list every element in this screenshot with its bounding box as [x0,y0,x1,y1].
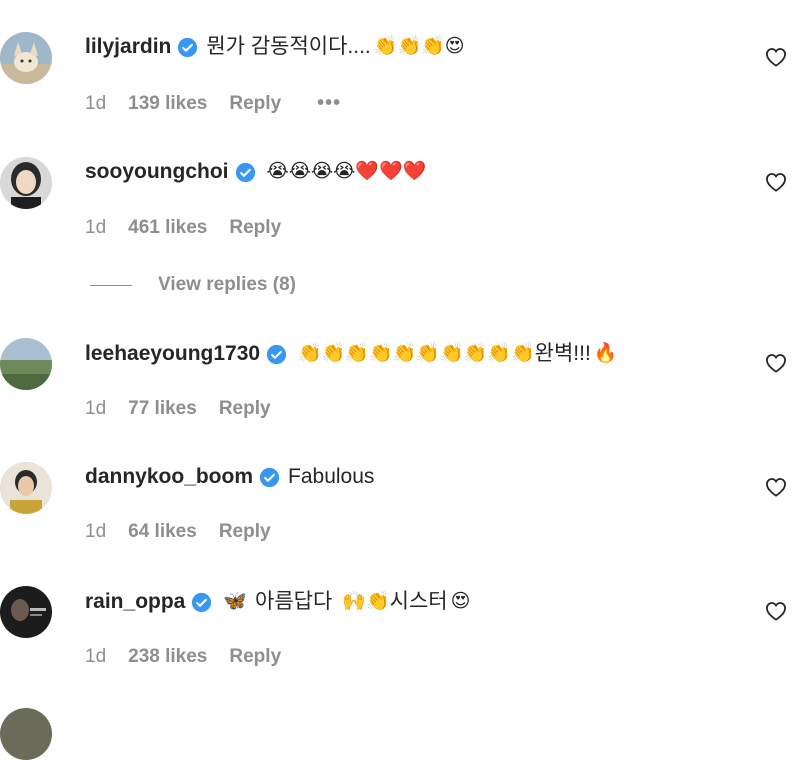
like-heart-icon[interactable] [765,601,787,621]
avatar[interactable] [0,586,52,638]
comment-meta: 1d 461 likes Reply [85,217,281,239]
comment-emoji: 👏👏👏👏👏👏👏👏👏👏 [298,343,535,364]
username[interactable]: rain_oppa [85,588,185,616]
username[interactable]: leehaeyoung1730 [85,340,260,368]
likes-count[interactable]: 461 likes [128,217,207,239]
comment-header: dannykoo_boom Fabulous [85,463,374,491]
likes-count[interactable]: 238 likes [128,646,207,668]
comment-meta: 1d 139 likes Reply ••• [85,92,341,115]
avatar[interactable] [0,338,52,390]
comment-emoji-fire: 🔥 [593,343,618,364]
reply-button[interactable]: Reply [229,93,281,115]
more-options-icon[interactable]: ••• [317,92,341,115]
likes-count[interactable]: 64 likes [128,521,197,543]
likes-count[interactable]: 77 likes [128,398,197,420]
comment-header: sooyoungchoi 😭😭😭😭❤️❤️❤️ [85,158,426,186]
username[interactable]: dannykoo_boom [85,463,253,491]
verified-badge-icon [266,344,287,364]
comment-header: rain_oppa 🦋 아름답다 🙌👏 시스터 😍 [85,588,470,616]
comment-meta: 1d 64 likes Reply [85,521,271,543]
view-replies-button[interactable]: View replies (8) [90,274,296,296]
comment-text: 아름답다 [255,590,333,613]
avatar[interactable] [0,708,52,760]
avatar[interactable] [0,157,52,209]
timestamp: 1d [85,92,107,114]
comment-header: lilyjardin 뭔가 감동적이다.... 👏👏👏😍 [85,33,465,61]
like-heart-icon[interactable] [765,172,787,192]
comment-text-2: 시스터 [389,590,448,613]
reply-button[interactable]: Reply [229,217,281,239]
reply-button[interactable]: Reply [229,646,281,668]
avatar[interactable] [0,462,52,514]
comment-text: Fabulous [288,465,375,488]
comment-emoji-butterfly: 🦋 [223,591,248,612]
likes-count[interactable]: 139 likes [128,93,207,115]
verified-badge-icon [235,162,255,182]
verified-badge-icon [178,37,198,57]
timestamp: 1d [85,217,107,238]
comment-text: 뭔가 감동적이다.... [206,35,371,58]
comment-header: leehaeyoung1730 👏👏👏👏👏👏👏👏👏👏 완벽!!! 🔥 [85,340,618,368]
username[interactable]: sooyoungchoi [85,158,229,186]
view-replies-label[interactable]: View replies (8) [158,274,296,296]
like-heart-icon[interactable] [765,477,787,497]
like-heart-icon[interactable] [765,353,787,373]
comment-emoji: 👏👏👏😍 [373,36,465,57]
verified-badge-icon [259,467,280,487]
timestamp: 1d [85,646,107,667]
comment-meta: 1d 77 likes Reply [85,398,271,420]
divider [90,284,132,286]
comment-emoji: 😭😭😭😭❤️❤️❤️ [266,161,427,182]
avatar[interactable] [0,32,52,84]
timestamp: 1d [85,521,107,542]
comment-meta: 1d 238 likes Reply [85,646,281,668]
verified-badge-icon [192,592,212,612]
comment-emoji-hands: 🙌👏 [342,591,390,612]
reply-button[interactable]: Reply [219,521,271,543]
comment-emoji-heart-eyes: 😍 [450,591,471,612]
username[interactable]: lilyjardin [85,33,171,61]
like-heart-icon[interactable] [765,47,787,67]
comment-text: 완벽!!! [534,342,591,365]
reply-button[interactable]: Reply [219,398,271,420]
timestamp: 1d [85,398,107,419]
